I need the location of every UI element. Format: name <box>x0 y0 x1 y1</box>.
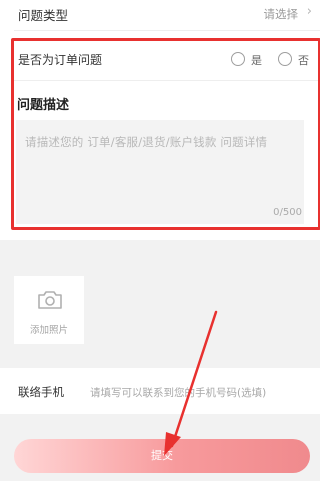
camera-icon <box>38 291 62 309</box>
add-photo-button[interactable]: 添加照片 <box>14 276 84 344</box>
phone-input[interactable]: 请填写可以联系到您的手机号码(选填) <box>90 385 266 400</box>
issue-type-select[interactable]: 请选择 <box>264 6 299 22</box>
phone-label: 联络手机 <box>18 385 64 399</box>
phone-row: 联络手机 请填写可以联系到您的手机号码(选填) <box>0 368 320 414</box>
issue-type-row[interactable]: 问题类型 请选择 › <box>0 0 320 28</box>
submit-button[interactable]: 提交 <box>14 439 310 473</box>
add-photo-label: 添加照片 <box>29 325 68 336</box>
divider <box>14 30 320 31</box>
chevron-right-icon: › <box>306 4 312 19</box>
issue-type-label: 问题类型 <box>18 8 69 23</box>
annotation-highlight-box <box>11 38 320 230</box>
